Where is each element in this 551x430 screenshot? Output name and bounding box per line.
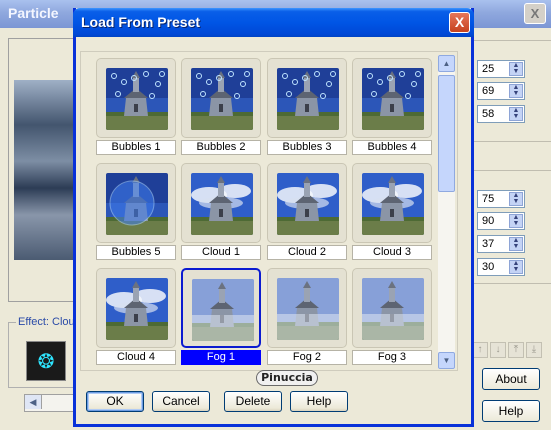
- preset-label[interactable]: Bubbles 5: [96, 245, 176, 260]
- preset-label[interactable]: Bubbles 4: [352, 140, 432, 155]
- spinner-arrows-icon[interactable]: ▲ ▼: [509, 62, 523, 76]
- bubbles-icon: ❂: [37, 350, 55, 373]
- preset-tile[interactable]: [352, 163, 432, 243]
- preset-thumbnail: [277, 68, 339, 130]
- preset-thumbnail: [191, 68, 253, 130]
- preset-label[interactable]: Fog 3: [352, 350, 432, 365]
- close-icon: X: [454, 14, 465, 30]
- help-button[interactable]: Help: [290, 391, 348, 412]
- preset-thumbnail: [362, 173, 424, 235]
- background-help-button[interactable]: Help: [482, 400, 540, 422]
- preset-thumbnail: [362, 68, 424, 130]
- spinner-arrows-icon[interactable]: ▲ ▼: [509, 237, 523, 251]
- preset-thumbnail: [192, 279, 254, 341]
- preset-tile[interactable]: [96, 268, 176, 348]
- preset-tile[interactable]: [181, 163, 261, 243]
- watermark: Pinuccia: [256, 370, 318, 386]
- preset-tile[interactable]: [96, 58, 176, 138]
- dialog-titlebar: Load From Preset X: [73, 8, 474, 37]
- preset-label[interactable]: Fog 2: [267, 350, 347, 365]
- preset-tile[interactable]: [267, 268, 347, 348]
- preset-thumbnail: [106, 173, 168, 235]
- preview-image: [14, 80, 76, 260]
- spinner-arrows-icon[interactable]: ▲ ▼: [509, 192, 523, 206]
- preset-label[interactable]: Cloud 3: [352, 245, 432, 260]
- effect-scrollbar[interactable]: ◀: [24, 394, 78, 412]
- ok-button[interactable]: OK: [86, 391, 144, 412]
- scroll-up-icon[interactable]: ▲: [438, 55, 455, 72]
- preset-tile[interactable]: [96, 163, 176, 243]
- preset-label[interactable]: Fog 1: [181, 350, 261, 365]
- background-window-title: Particle: [8, 5, 59, 21]
- preset-thumbnail: [106, 68, 168, 130]
- preset-thumbnail: [191, 173, 253, 235]
- scroll-down-icon[interactable]: ▼: [438, 352, 455, 369]
- delete-button[interactable]: Delete: [224, 391, 282, 412]
- spinner-arrows-icon[interactable]: ▲ ▼: [509, 214, 523, 228]
- spinner-input[interactable]: 25 ▲ ▼: [477, 60, 525, 78]
- spinner-input[interactable]: 75 ▲ ▼: [477, 190, 525, 208]
- preset-label[interactable]: Cloud 2: [267, 245, 347, 260]
- preset-label[interactable]: Bubbles 2: [181, 140, 261, 155]
- preset-tile[interactable]: [181, 58, 261, 138]
- scroll-thumb[interactable]: [438, 75, 455, 192]
- move-up-icon[interactable]: ↑: [472, 342, 488, 358]
- preset-tile[interactable]: [267, 58, 347, 138]
- spinner-input[interactable]: 58 ▲ ▼: [477, 105, 525, 123]
- preset-tile[interactable]: [352, 58, 432, 138]
- spinner-arrows-icon[interactable]: ▲ ▼: [509, 107, 523, 121]
- preset-thumbnail: [362, 278, 424, 340]
- order-buttons: ↑ ↓ ⤒ ⤓: [472, 342, 542, 358]
- move-bottom-icon[interactable]: ⤓: [526, 342, 542, 358]
- preset-thumbnail: [277, 278, 339, 340]
- preset-tile[interactable]: [181, 268, 261, 348]
- spinner-input[interactable]: 69 ▲ ▼: [477, 82, 525, 100]
- dialog-close-button[interactable]: X: [449, 12, 470, 33]
- preset-tile[interactable]: [352, 268, 432, 348]
- preset-tile[interactable]: [267, 163, 347, 243]
- move-down-icon[interactable]: ↓: [490, 342, 506, 358]
- spinner-input[interactable]: 37 ▲ ▼: [477, 235, 525, 253]
- preset-thumbnail: [277, 173, 339, 235]
- effect-thumbnail[interactable]: ❂: [26, 341, 66, 381]
- spinner-input[interactable]: 90 ▲ ▼: [477, 212, 525, 230]
- move-top-icon[interactable]: ⤒: [508, 342, 524, 358]
- dialog-title: Load From Preset: [81, 14, 201, 30]
- preset-thumbnail: [106, 278, 168, 340]
- preset-label[interactable]: Cloud 1: [181, 245, 261, 260]
- background-close-button[interactable]: X: [524, 3, 546, 24]
- spinner-arrows-icon[interactable]: ▲ ▼: [509, 260, 523, 274]
- scroll-left-icon[interactable]: ◀: [25, 395, 42, 409]
- spinner-input[interactable]: 30 ▲ ▼: [477, 258, 525, 276]
- preset-label[interactable]: Bubbles 1: [96, 140, 176, 155]
- preset-label[interactable]: Bubbles 3: [267, 140, 347, 155]
- cancel-button[interactable]: Cancel: [152, 391, 210, 412]
- spinner-arrows-icon[interactable]: ▲ ▼: [509, 84, 523, 98]
- preset-label[interactable]: Cloud 4: [96, 350, 176, 365]
- about-button[interactable]: About: [482, 368, 540, 390]
- preset-scrollbar[interactable]: ▲ ▼: [438, 55, 455, 369]
